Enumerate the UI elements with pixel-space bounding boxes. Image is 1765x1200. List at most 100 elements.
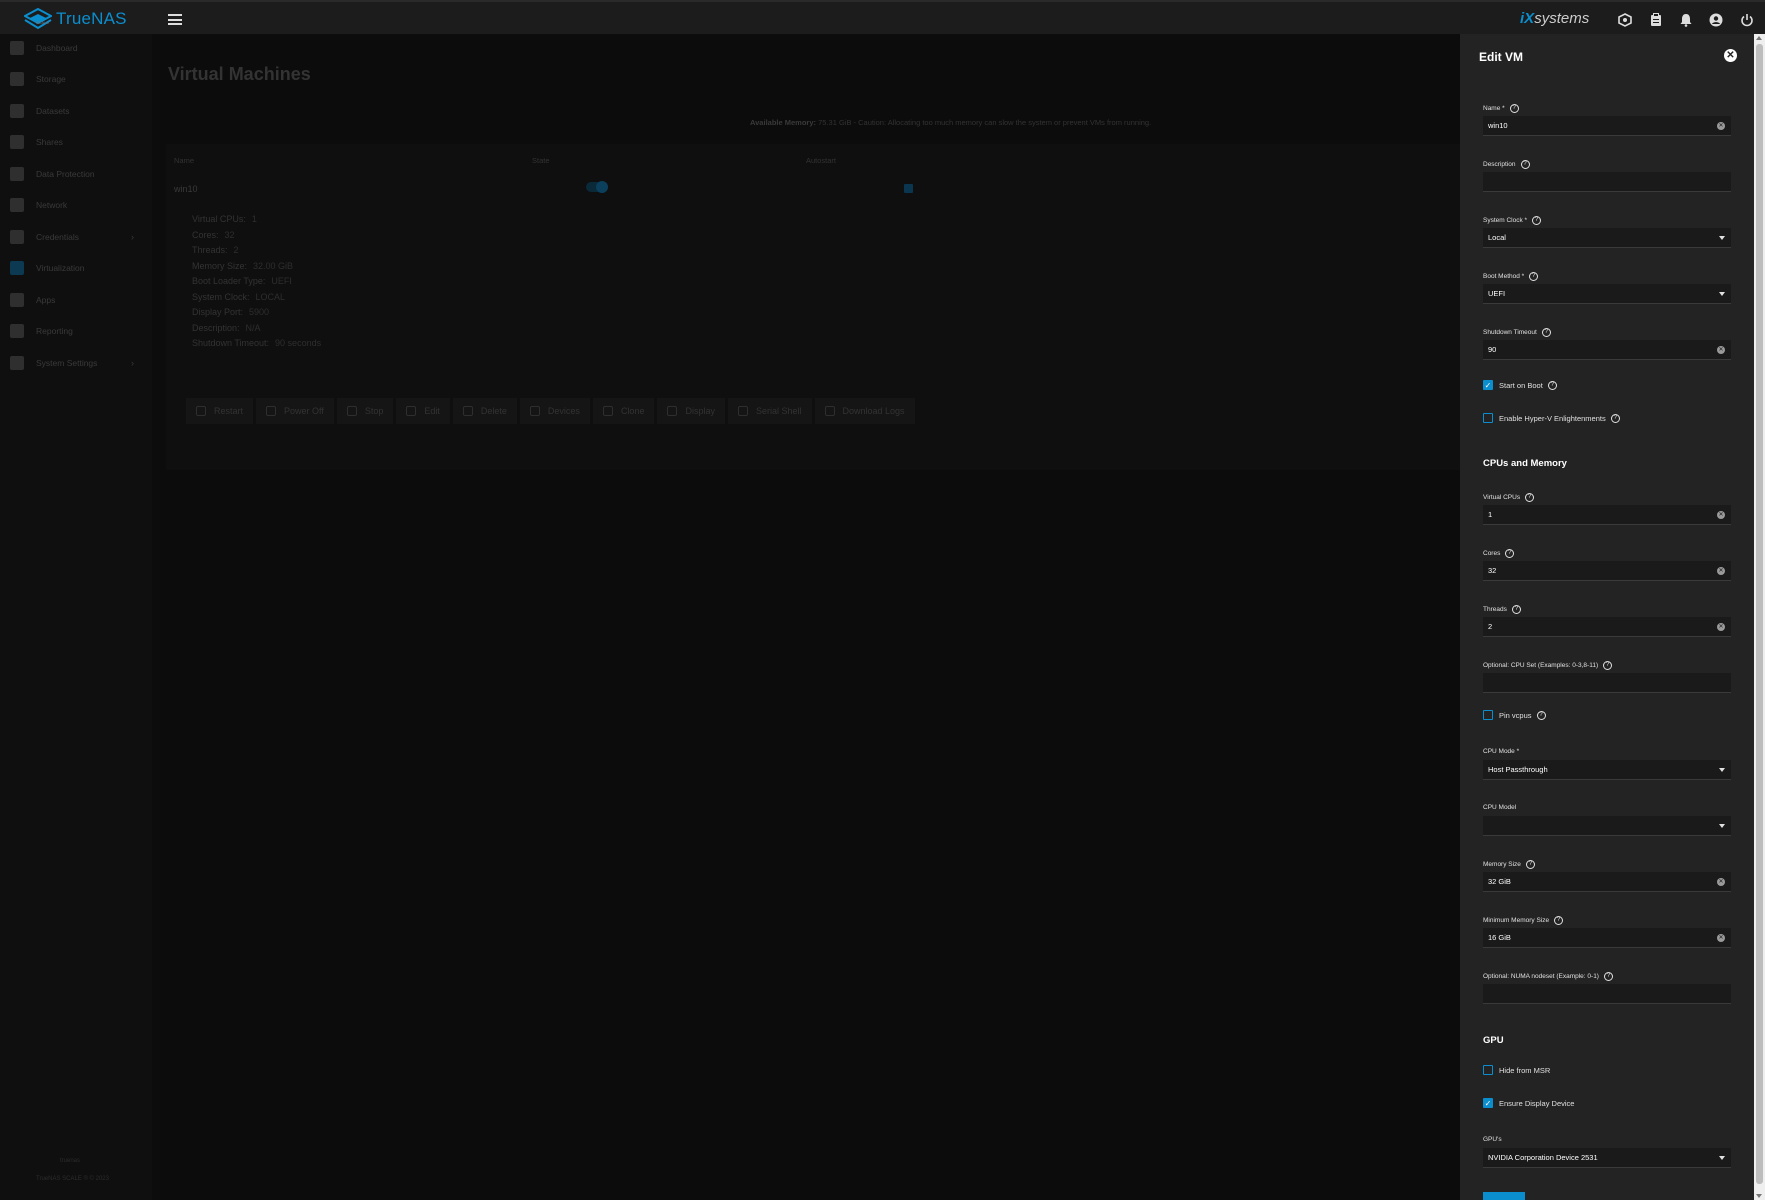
memory-size-field[interactable]: 32 GiB ✕	[1483, 872, 1731, 892]
help-icon[interactable]: ?	[1525, 860, 1535, 869]
help-icon[interactable]: ?	[1529, 272, 1539, 281]
help-icon[interactable]: ?	[1603, 661, 1613, 670]
clone-button[interactable]: Clone	[592, 398, 655, 424]
clear-icon[interactable]: ✕	[1717, 934, 1725, 942]
vm-state-toggle[interactable]	[586, 181, 608, 193]
sidebar-item-apps[interactable]: Apps	[0, 286, 152, 314]
download-logs-button[interactable]: Download Logs	[814, 398, 915, 424]
jobs-clipboard-icon[interactable]	[1648, 12, 1664, 28]
sidebar-item-virtualization[interactable]: Virtualization	[0, 254, 152, 282]
cpu-mode-label: CPU Mode *	[1483, 748, 1520, 755]
serial-shell-button[interactable]: Serial Shell	[727, 398, 812, 424]
autostart-checkbox[interactable]	[904, 184, 913, 193]
help-icon[interactable]: ?	[1541, 328, 1551, 337]
help-icon[interactable]: ?	[1520, 160, 1530, 169]
menu-toggle-icon[interactable]	[168, 14, 182, 25]
truecommand-icon[interactable]	[1617, 12, 1633, 28]
clear-icon[interactable]: ✕	[1717, 567, 1725, 575]
cores-field[interactable]: 32 ✕	[1483, 561, 1731, 581]
min-memory-field[interactable]: 16 GiB ✕	[1483, 928, 1731, 948]
shutdown-timeout-field[interactable]: 90 ✕	[1483, 340, 1731, 360]
panel-scrollbar[interactable]	[1754, 34, 1765, 1200]
sidebar-item-data-protection[interactable]: Data Protection	[0, 160, 152, 188]
sidebar-item-credentials[interactable]: Credentials ›	[0, 223, 152, 251]
sidebar-item-reporting[interactable]: Reporting	[0, 317, 152, 345]
boot-method-select[interactable]: UEFI	[1483, 284, 1731, 304]
sidebar-item-network[interactable]: Network	[0, 191, 152, 219]
ixsystems-logo[interactable]: iXsystems	[1520, 10, 1589, 27]
help-icon[interactable]: ?	[1536, 710, 1546, 720]
sidebar-item-shares[interactable]: Shares	[0, 128, 152, 156]
checkbox-icon[interactable]	[1483, 1065, 1493, 1075]
sidebar-item-datasets[interactable]: Datasets	[0, 97, 152, 125]
sidebar-item-system-settings[interactable]: System Settings ›	[0, 349, 152, 377]
ensure-display-checkbox[interactable]: ✓ Ensure Display Device	[1483, 1098, 1574, 1108]
help-icon[interactable]: ?	[1603, 972, 1613, 981]
dropdown-caret-icon	[1719, 236, 1725, 240]
cpu-mode-select[interactable]: Host Passthrough	[1483, 760, 1731, 780]
scroll-down-icon[interactable]	[1756, 1194, 1762, 1198]
notifications-bell-icon[interactable]	[1678, 12, 1694, 28]
gpus-select[interactable]: NVIDIA Corporation Device 2531	[1483, 1148, 1731, 1168]
stop-button[interactable]: Stop	[336, 398, 394, 424]
checkbox-icon[interactable]	[1483, 710, 1493, 720]
help-icon[interactable]: ?	[1554, 916, 1564, 925]
threads-field[interactable]: 2 ✕	[1483, 617, 1731, 637]
help-icon[interactable]: ?	[1547, 380, 1557, 390]
laptop-icon	[10, 261, 24, 275]
cpu-model-select[interactable]	[1483, 816, 1731, 836]
scrollbar-thumb[interactable]	[1756, 44, 1763, 1184]
checkbox-icon[interactable]	[1483, 413, 1493, 423]
trash-icon	[462, 406, 473, 416]
cpuset-field[interactable]	[1483, 673, 1731, 693]
close-icon[interactable]: ✕	[1724, 49, 1737, 62]
dropdown-caret-icon	[1719, 292, 1725, 296]
sidebar-item-storage[interactable]: Storage	[0, 65, 152, 93]
edit-button[interactable]: Edit	[396, 398, 450, 424]
numa-field[interactable]	[1483, 984, 1731, 1004]
clear-icon[interactable]: ✕	[1717, 878, 1725, 886]
dropdown-caret-icon	[1719, 1156, 1725, 1160]
pin-vcpus-checkbox[interactable]: Pin vcpus?	[1483, 710, 1546, 720]
column-header-state[interactable]: State	[532, 156, 550, 165]
help-icon[interactable]: ?	[1509, 104, 1519, 113]
start-on-boot-checkbox[interactable]: ✓ Start on Boot?	[1483, 380, 1557, 390]
delete-button[interactable]: Delete	[452, 398, 517, 424]
checkbox-checked-icon[interactable]: ✓	[1483, 380, 1493, 390]
help-icon[interactable]: ?	[1505, 549, 1515, 558]
description-field[interactable]	[1483, 172, 1731, 192]
clear-icon[interactable]: ✕	[1717, 122, 1725, 130]
help-icon[interactable]: ?	[1610, 413, 1620, 423]
truenas-logo[interactable]: TrueNAS	[24, 8, 127, 30]
help-icon[interactable]: ?	[1525, 493, 1535, 502]
scroll-up-icon[interactable]	[1756, 36, 1762, 40]
vm-name[interactable]: win10	[174, 184, 198, 194]
hyperv-checkbox[interactable]: Enable Hyper-V Enlightenments?	[1483, 413, 1620, 423]
system-clock-select[interactable]: Local	[1483, 228, 1731, 248]
name-field[interactable]: win10 ✕	[1483, 116, 1731, 136]
truenas-logo-icon	[24, 8, 52, 30]
clear-icon[interactable]: ✕	[1717, 511, 1725, 519]
power-off-button[interactable]: Power Off	[256, 398, 334, 424]
vcpus-field[interactable]: 1 ✕	[1483, 505, 1731, 525]
restart-button[interactable]: Restart	[186, 398, 254, 424]
save-button[interactable]	[1483, 1192, 1525, 1200]
shield-icon	[10, 167, 24, 181]
description-label: Description?	[1483, 160, 1530, 169]
power-icon[interactable]	[1739, 12, 1755, 28]
dashboard-icon	[10, 41, 24, 55]
clear-icon[interactable]: ✕	[1717, 346, 1725, 354]
help-icon[interactable]: ?	[1511, 605, 1521, 614]
devices-button[interactable]: Devices	[519, 398, 590, 424]
sidebar-item-dashboard[interactable]: Dashboard	[0, 34, 152, 62]
apps-grid-icon	[10, 293, 24, 307]
chevron-right-icon: ›	[131, 358, 134, 368]
column-header-name[interactable]: Name	[174, 156, 194, 165]
account-icon[interactable]	[1708, 12, 1724, 28]
clear-icon[interactable]: ✕	[1717, 623, 1725, 631]
help-icon[interactable]: ?	[1532, 216, 1542, 225]
display-button[interactable]: Display	[657, 398, 725, 424]
checkbox-checked-icon[interactable]: ✓	[1483, 1098, 1493, 1108]
column-header-autostart[interactable]: Autostart	[806, 156, 836, 165]
hide-msr-checkbox[interactable]: Hide from MSR	[1483, 1065, 1550, 1075]
